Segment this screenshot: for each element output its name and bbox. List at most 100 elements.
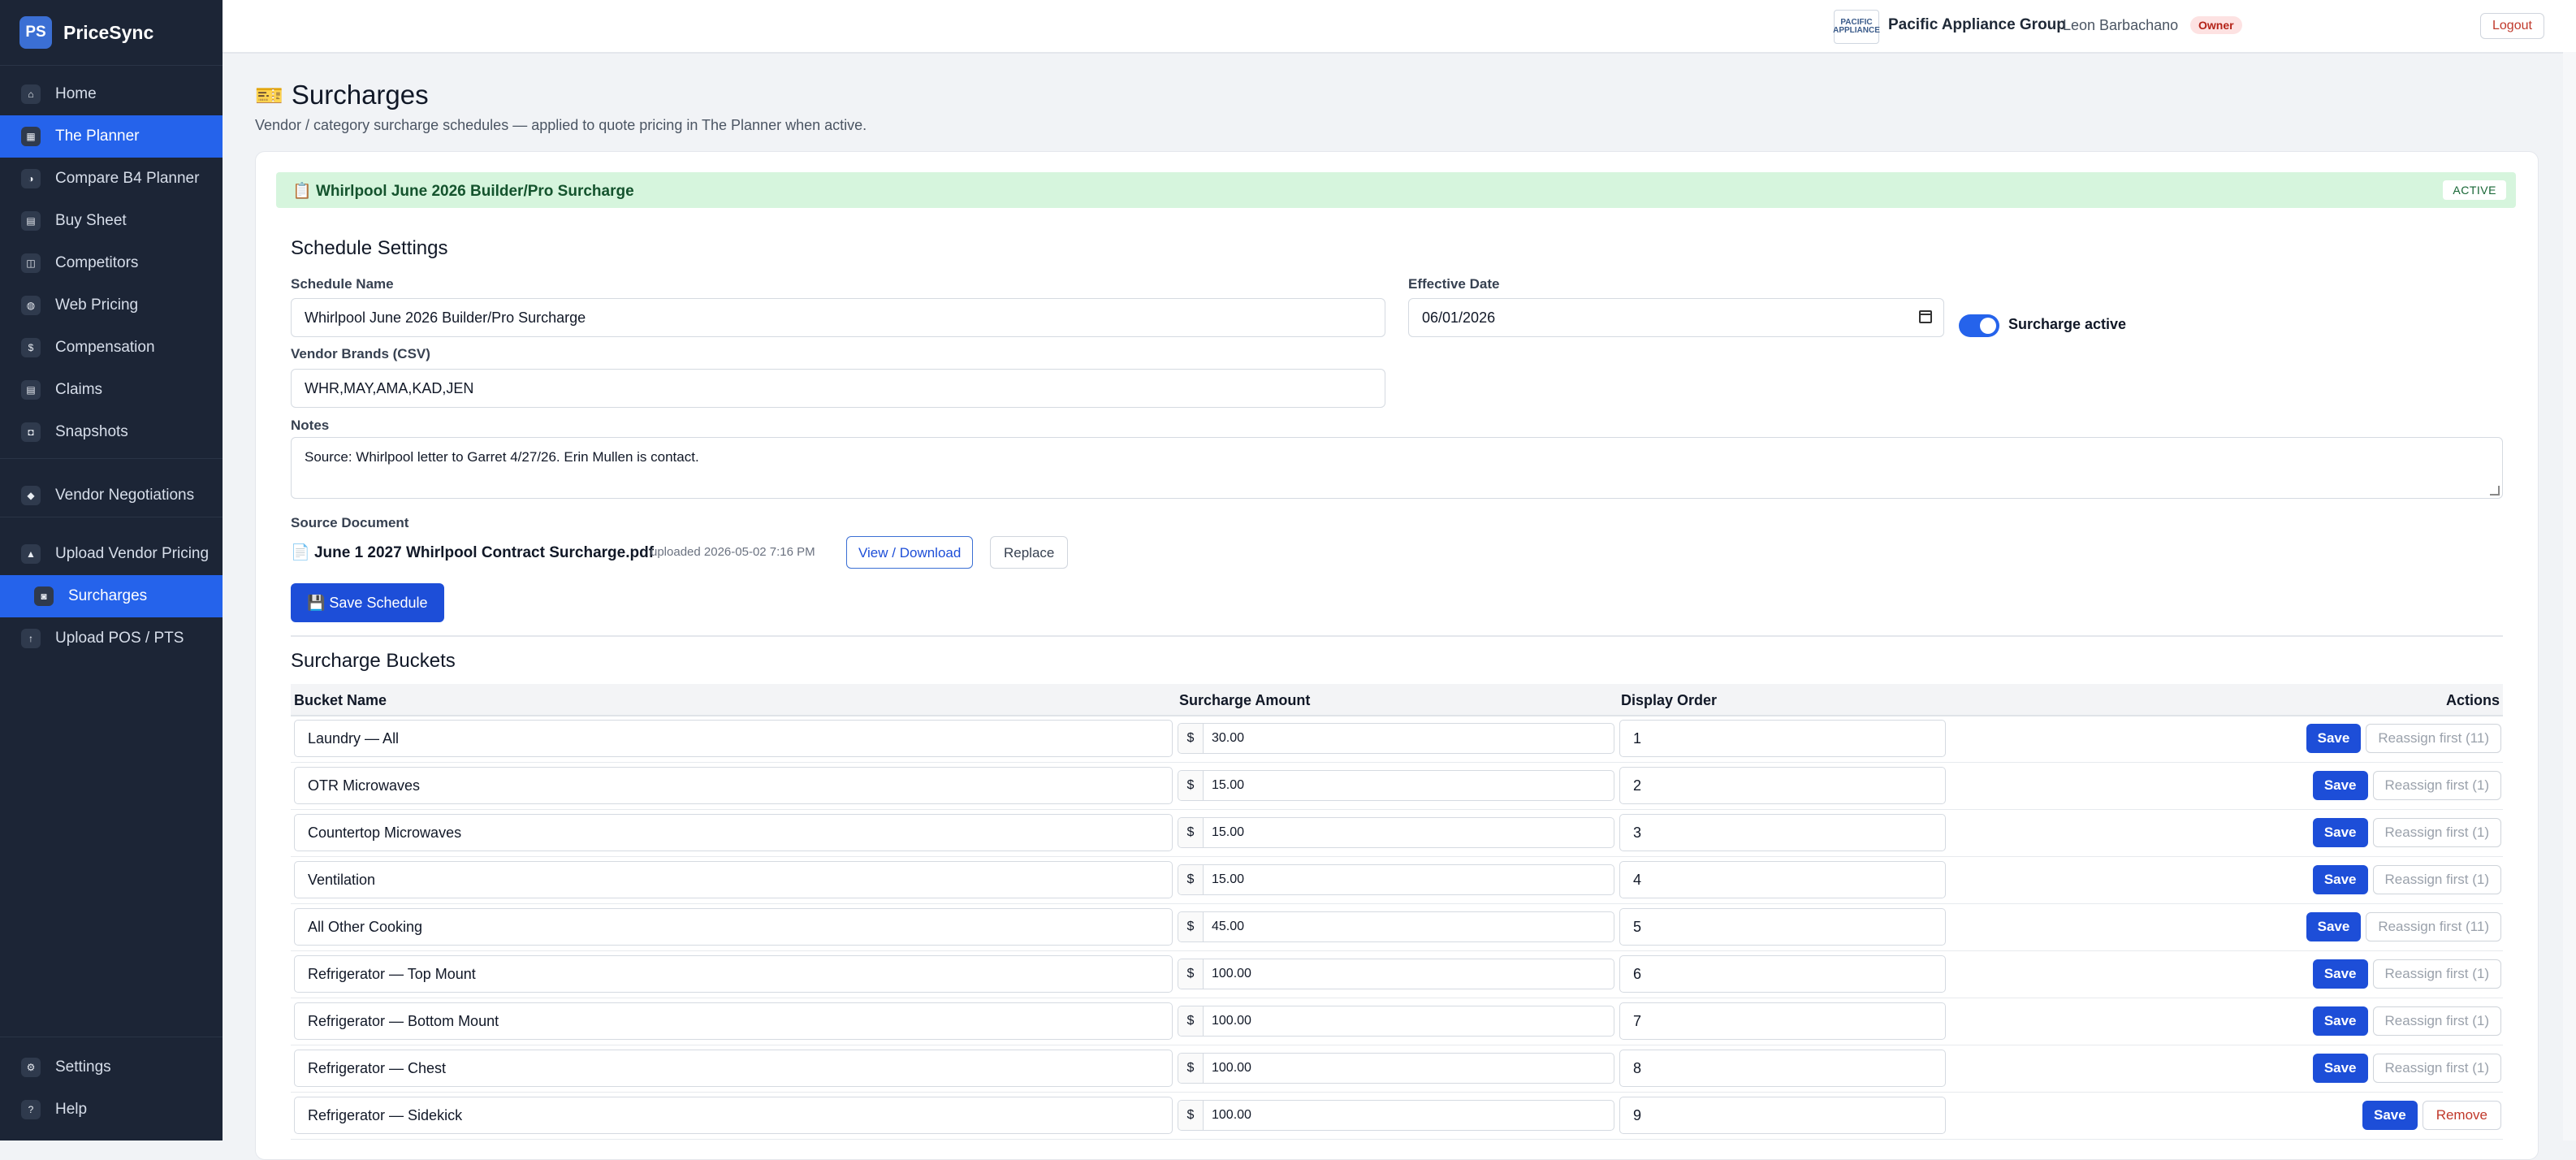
save-bucket-button[interactable]: Save (2306, 724, 2362, 753)
currency-prefix: $ (1178, 818, 1204, 847)
reassign-first-button[interactable]: Reassign first (1) (2372, 771, 2501, 800)
sidebar-item-web-pricing[interactable]: ◍ Web Pricing (0, 284, 223, 327)
bucket-name-input[interactable]: Refrigerator — Top Mount (294, 955, 1173, 993)
save-bucket-button[interactable]: Save (2312, 959, 2368, 989)
sidebar-item-buy-sheet[interactable]: ▤ Buy Sheet (0, 200, 223, 242)
bucket-name-input[interactable]: Refrigerator — Bottom Mount (294, 1002, 1173, 1040)
save-bucket-button[interactable]: Save (2306, 912, 2362, 941)
display-order-input[interactable]: 1 (1619, 720, 1946, 757)
remove-bucket-button[interactable]: Remove (2422, 1101, 2501, 1130)
sidebar: PS PriceSync ⌂ Home ▦ The Planner ◑ Compare B… (0, 0, 223, 1141)
surcharge-amount-input[interactable]: $100.00 (1178, 1006, 1614, 1037)
display-order-input[interactable]: 9 (1619, 1097, 1946, 1134)
display-order-input[interactable]: 3 (1619, 814, 1946, 851)
sidebar-item-home[interactable]: ⌂ Home (0, 73, 223, 115)
save-bucket-button[interactable]: Save (2312, 818, 2368, 847)
arrow-up-icon: ↑ (21, 629, 41, 648)
sidebar-item-surcharges[interactable]: ◙ Surcharges (0, 575, 223, 617)
sidebar-item-upload-pos-pts[interactable]: ↑ Upload POS / PTS (0, 617, 223, 660)
schedule-name-input[interactable]: Whirlpool June 2026 Builder/Pro Surcharg… (291, 298, 1385, 337)
sidebar-item-competitors[interactable]: ◫ Competitors (0, 242, 223, 284)
save-bucket-button[interactable]: Save (2312, 865, 2368, 894)
source-document-name: 📄 June 1 2027 Whirlpool Contract Surchar… (291, 543, 654, 562)
sidebar-item-label: The Planner (55, 128, 140, 145)
reassign-first-button[interactable]: Reassign first (1) (2372, 959, 2501, 989)
effective-date-label: Effective Date (1408, 276, 1500, 292)
org-logo: PACIFIC APPLIANCE (1833, 10, 1880, 44)
surcharge-amount-input[interactable]: $100.00 (1178, 959, 1614, 989)
surcharge-amount-value: 15.00 (1212, 825, 1245, 839)
sidebar-item-compensation[interactable]: $ Compensation (0, 327, 223, 369)
currency-prefix: $ (1178, 1006, 1204, 1036)
resize-handle-icon[interactable] (2490, 486, 2500, 496)
display-order-input[interactable]: 2 (1619, 767, 1946, 804)
bucket-name-input[interactable]: OTR Microwaves (294, 767, 1173, 804)
bucket-name-input[interactable]: Ventilation (294, 861, 1173, 898)
calendar-icon[interactable] (1919, 310, 1932, 323)
reassign-first-button[interactable]: Reassign first (11) (2366, 912, 2501, 941)
replace-document-button[interactable]: Replace (990, 536, 1069, 569)
sidebar-item-label: Claims (55, 381, 103, 398)
sidebar-item-settings[interactable]: ⚙ Settings (0, 1046, 223, 1089)
reassign-first-button[interactable]: Reassign first (11) (2366, 724, 2501, 753)
bucket-name-input[interactable]: All Other Cooking (294, 908, 1173, 946)
bucket-name-input[interactable]: Refrigerator — Sidekick (294, 1097, 1173, 1134)
bucket-name-input[interactable]: Laundry — All (294, 720, 1173, 757)
sidebar-item-label: Upload Vendor Pricing (55, 545, 210, 562)
display-order-input[interactable]: 8 (1619, 1050, 1946, 1087)
sidebar-item-claims[interactable]: ▤ Claims (0, 369, 223, 411)
brand[interactable]: PS PriceSync (0, 0, 223, 66)
surcharge-active-toggle[interactable] (1959, 314, 1999, 337)
save-bucket-button[interactable]: Save (2312, 771, 2368, 800)
table-row: Refrigerator — Top Mount $100.00 6 Save Reas… (291, 950, 2503, 998)
save-bucket-button[interactable]: Save (2312, 1054, 2368, 1083)
sidebar-item-upload-vendor-pricing[interactable]: ▲ Upload Vendor Pricing (0, 533, 223, 575)
col-display-order: Display Order (1621, 692, 1718, 708)
display-order-input[interactable]: 6 (1619, 955, 1946, 993)
sidebar-item-label: Surcharges (68, 587, 148, 604)
schedule-name-label: Schedule Name (291, 276, 394, 292)
schedule-header-bar[interactable]: 📋 Whirlpool June 2026 Builder/Pro Surcha… (276, 172, 2516, 208)
document-filename: June 1 2027 Whirlpool Contract Surcharge… (313, 544, 655, 561)
surcharge-amount-input[interactable]: $15.00 (1178, 817, 1614, 848)
row-actions: Save Reassign first (1) (2312, 865, 2501, 894)
view-download-button[interactable]: View / Download (846, 536, 974, 569)
display-order-input[interactable]: 4 (1619, 861, 1946, 898)
surcharge-amount-input[interactable]: $100.00 (1178, 1100, 1614, 1131)
sidebar-item-vendor-negotiations[interactable]: ◆ Vendor Negotiations (0, 474, 223, 517)
effective-date-input[interactable]: 06/01/2026 (1408, 298, 1944, 337)
user-name: Leon Barbachano (2063, 17, 2179, 33)
bucket-name-input[interactable]: Refrigerator — Chest (294, 1050, 1173, 1087)
surcharge-amount-input[interactable]: $15.00 (1178, 864, 1614, 895)
sidebar-item-snapshots[interactable]: ◘ Snapshots (0, 411, 223, 453)
row-actions: Save Reassign first (1) (2312, 959, 2501, 989)
surcharge-amount-input[interactable]: $100.00 (1178, 1053, 1614, 1084)
sidebar-item-the-planner[interactable]: ▦ The Planner (0, 115, 223, 158)
currency-prefix: $ (1178, 959, 1204, 989)
display-order-input[interactable]: 5 (1619, 908, 1946, 946)
question-icon: ? (21, 1100, 41, 1119)
save-bucket-button[interactable]: Save (2362, 1101, 2418, 1130)
surcharge-amount-input[interactable]: $30.00 (1178, 723, 1614, 754)
scrollbar[interactable] (2563, 52, 2576, 1141)
source-document-label: Source Document (291, 515, 409, 530)
notes-textarea[interactable]: Source: Whirlpool letter to Garret 4/27/… (291, 437, 2503, 499)
reassign-first-button[interactable]: Reassign first (1) (2372, 818, 2501, 847)
bucket-name-input[interactable]: Countertop Microwaves (294, 814, 1173, 851)
surcharge-amount-input[interactable]: $15.00 (1178, 770, 1614, 801)
save-schedule-button[interactable]: 💾 Save Schedule (291, 583, 444, 622)
vendor-brands-input[interactable]: WHR,MAY,AMA,KAD,JEN (291, 369, 1385, 408)
row-actions: Save Reassign first (11) (2306, 724, 2501, 753)
sidebar-item-help[interactable]: ? Help (0, 1089, 223, 1131)
reassign-first-button[interactable]: Reassign first (1) (2372, 1006, 2501, 1036)
reassign-first-button[interactable]: Reassign first (1) (2372, 865, 2501, 894)
logout-button[interactable]: Logout (2480, 13, 2544, 39)
sidebar-item-compare-b4-planner[interactable]: ◑ Compare B4 Planner (0, 158, 223, 200)
gear-icon: ⚙ (21, 1058, 41, 1077)
save-bucket-button[interactable]: Save (2312, 1006, 2368, 1036)
surcharge-amount-input[interactable]: $45.00 (1178, 911, 1614, 942)
sidebar-item-label: Web Pricing (55, 296, 139, 314)
reassign-first-button[interactable]: Reassign first (1) (2372, 1054, 2501, 1083)
display-order-input[interactable]: 7 (1619, 1002, 1946, 1040)
camera-icon: ◘ (21, 422, 41, 442)
